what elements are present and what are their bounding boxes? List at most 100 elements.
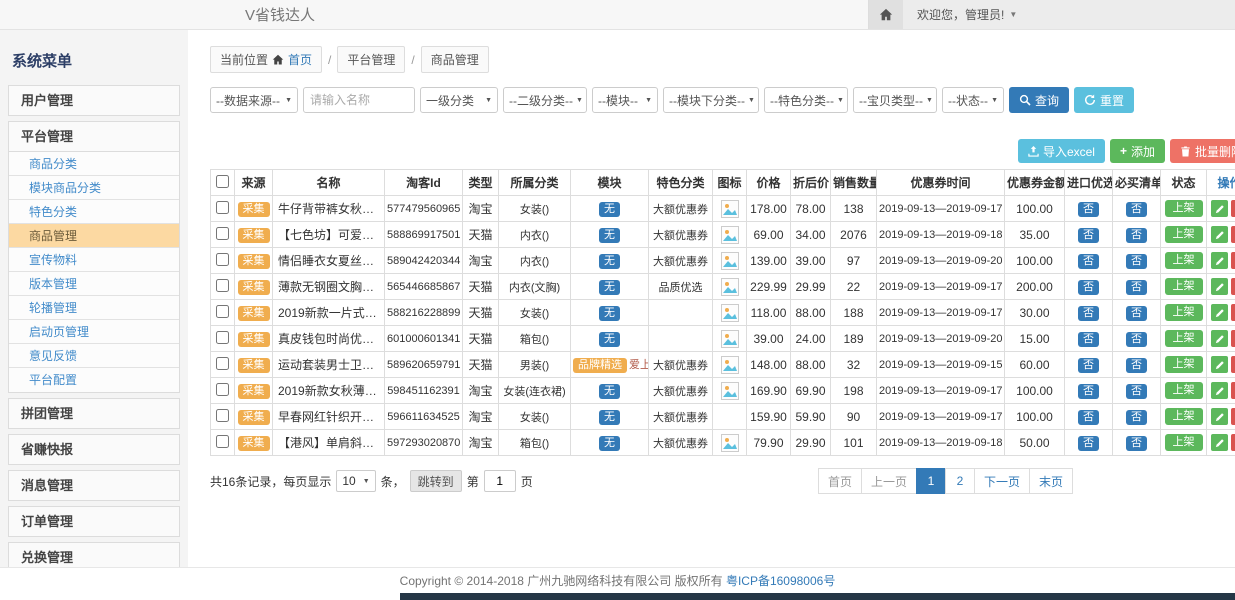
imported-toggle[interactable]: 否 [1078, 306, 1099, 321]
status-button[interactable]: 上架 [1165, 330, 1203, 347]
imported-toggle[interactable]: 否 [1078, 358, 1099, 373]
must-buy-toggle[interactable]: 否 [1126, 280, 1147, 295]
edit-button[interactable] [1211, 226, 1228, 243]
row-checkbox[interactable] [216, 331, 229, 344]
row-checkbox[interactable] [216, 357, 229, 370]
breadcrumb-home-link[interactable]: 首页 [288, 51, 312, 68]
row-checkbox[interactable] [216, 383, 229, 396]
edit-button[interactable] [1211, 278, 1228, 295]
breadcrumb-item-goods[interactable]: 商品管理 [421, 46, 489, 73]
status-button[interactable]: 上架 [1165, 278, 1203, 295]
must-buy-toggle[interactable]: 否 [1126, 228, 1147, 243]
page-button[interactable]: 下一页 [974, 468, 1030, 494]
sidebar-subitem[interactable]: 商品管理 [9, 224, 179, 248]
sidebar-subitem[interactable]: 商品分类 [9, 152, 179, 176]
must-buy-toggle[interactable]: 否 [1126, 436, 1147, 451]
edit-button[interactable] [1211, 382, 1228, 399]
imported-toggle[interactable]: 否 [1078, 436, 1099, 451]
delete-button[interactable] [1231, 200, 1235, 217]
must-buy-toggle[interactable]: 否 [1126, 306, 1147, 321]
status-button[interactable]: 上架 [1165, 382, 1203, 399]
sidebar-item[interactable]: 订单管理 [9, 507, 179, 536]
page-number-input[interactable] [484, 470, 516, 492]
add-button[interactable]: + 添加 [1110, 139, 1165, 163]
status-button[interactable]: 上架 [1165, 252, 1203, 269]
delete-button[interactable] [1231, 304, 1235, 321]
delete-button[interactable] [1231, 356, 1235, 373]
sidebar-item[interactable]: 消息管理 [9, 471, 179, 500]
must-buy-toggle[interactable]: 否 [1126, 358, 1147, 373]
imported-toggle[interactable]: 否 [1078, 332, 1099, 347]
source-filter-select[interactable]: --数据来源--▼ [210, 87, 298, 113]
edit-button[interactable] [1211, 408, 1228, 425]
breadcrumb-item-platform[interactable]: 平台管理 [337, 46, 405, 73]
row-checkbox[interactable] [216, 305, 229, 318]
sidebar-item[interactable]: 拼团管理 [9, 399, 179, 428]
delete-button[interactable] [1231, 278, 1235, 295]
must-buy-toggle[interactable]: 否 [1126, 202, 1147, 217]
icp-link[interactable]: 粤ICP备16098006号 [726, 574, 835, 588]
status-select[interactable]: --状态--▼ [942, 87, 1004, 113]
must-buy-toggle[interactable]: 否 [1126, 384, 1147, 399]
user-menu[interactable]: 欢迎您，管理员! ▼ [903, 0, 1031, 29]
status-button[interactable]: 上架 [1165, 434, 1203, 451]
sidebar-item[interactable]: 兑换管理 [9, 543, 179, 568]
import-excel-button[interactable]: 导入excel [1018, 139, 1105, 163]
page-button[interactable]: 末页 [1029, 468, 1073, 494]
row-checkbox[interactable] [216, 409, 229, 422]
sidebar-subitem[interactable]: 轮播管理 [9, 296, 179, 320]
batch-delete-button[interactable]: 批量删除 [1170, 139, 1235, 163]
delete-button[interactable] [1231, 382, 1235, 399]
feature-category-select[interactable]: --特色分类--▼ [764, 87, 848, 113]
sidebar-subitem[interactable]: 模块商品分类 [9, 176, 179, 200]
must-buy-toggle[interactable]: 否 [1126, 254, 1147, 269]
sidebar-subitem[interactable]: 平台配置 [9, 368, 179, 392]
delete-button[interactable] [1231, 330, 1235, 347]
page-button[interactable]: 上一页 [861, 468, 917, 494]
imported-toggle[interactable]: 否 [1078, 384, 1099, 399]
imported-toggle[interactable]: 否 [1078, 202, 1099, 217]
row-checkbox[interactable] [216, 435, 229, 448]
page-button[interactable]: 1 [916, 468, 946, 494]
sidebar-subitem[interactable]: 宣传物料 [9, 248, 179, 272]
page-button[interactable]: 首页 [818, 468, 862, 494]
imported-toggle[interactable]: 否 [1078, 254, 1099, 269]
name-search-input[interactable] [303, 87, 415, 113]
edit-button[interactable] [1211, 434, 1228, 451]
row-checkbox[interactable] [216, 279, 229, 292]
edit-button[interactable] [1211, 200, 1228, 217]
edit-button[interactable] [1211, 356, 1228, 373]
status-button[interactable]: 上架 [1165, 356, 1203, 373]
edit-button[interactable] [1211, 252, 1228, 269]
row-checkbox[interactable] [216, 201, 229, 214]
sidebar-item[interactable]: 省赚快报 [9, 435, 179, 464]
sidebar-item[interactable]: 平台管理 [9, 122, 179, 151]
reset-button[interactable]: 重置 [1074, 87, 1134, 113]
delete-button[interactable] [1231, 252, 1235, 269]
sidebar-subitem[interactable]: 特色分类 [9, 200, 179, 224]
jump-button[interactable]: 跳转到 [410, 470, 462, 492]
home-button[interactable] [869, 0, 903, 29]
must-buy-toggle[interactable]: 否 [1126, 332, 1147, 347]
item-type-select[interactable]: --宝贝类型--▼ [853, 87, 937, 113]
sidebar-subitem[interactable]: 版本管理 [9, 272, 179, 296]
status-button[interactable]: 上架 [1165, 304, 1203, 321]
status-button[interactable]: 上架 [1165, 408, 1203, 425]
imported-toggle[interactable]: 否 [1078, 280, 1099, 295]
row-checkbox[interactable] [216, 227, 229, 240]
sidebar-subitem[interactable]: 启动页管理 [9, 320, 179, 344]
imported-toggle[interactable]: 否 [1078, 228, 1099, 243]
edit-button[interactable] [1211, 330, 1228, 347]
delete-button[interactable] [1231, 226, 1235, 243]
delete-button[interactable] [1231, 408, 1235, 425]
delete-button[interactable] [1231, 434, 1235, 451]
imported-toggle[interactable]: 否 [1078, 410, 1099, 425]
module-select[interactable]: --模块--▼ [592, 87, 658, 113]
sidebar-subitem[interactable]: 意见反馈 [9, 344, 179, 368]
status-button[interactable]: 上架 [1165, 226, 1203, 243]
select-all-checkbox[interactable] [216, 175, 229, 188]
row-checkbox[interactable] [216, 253, 229, 266]
search-button[interactable]: 查询 [1009, 87, 1069, 113]
page-size-select[interactable]: 10 ▼ [336, 470, 375, 492]
page-button[interactable]: 2 [945, 468, 975, 494]
